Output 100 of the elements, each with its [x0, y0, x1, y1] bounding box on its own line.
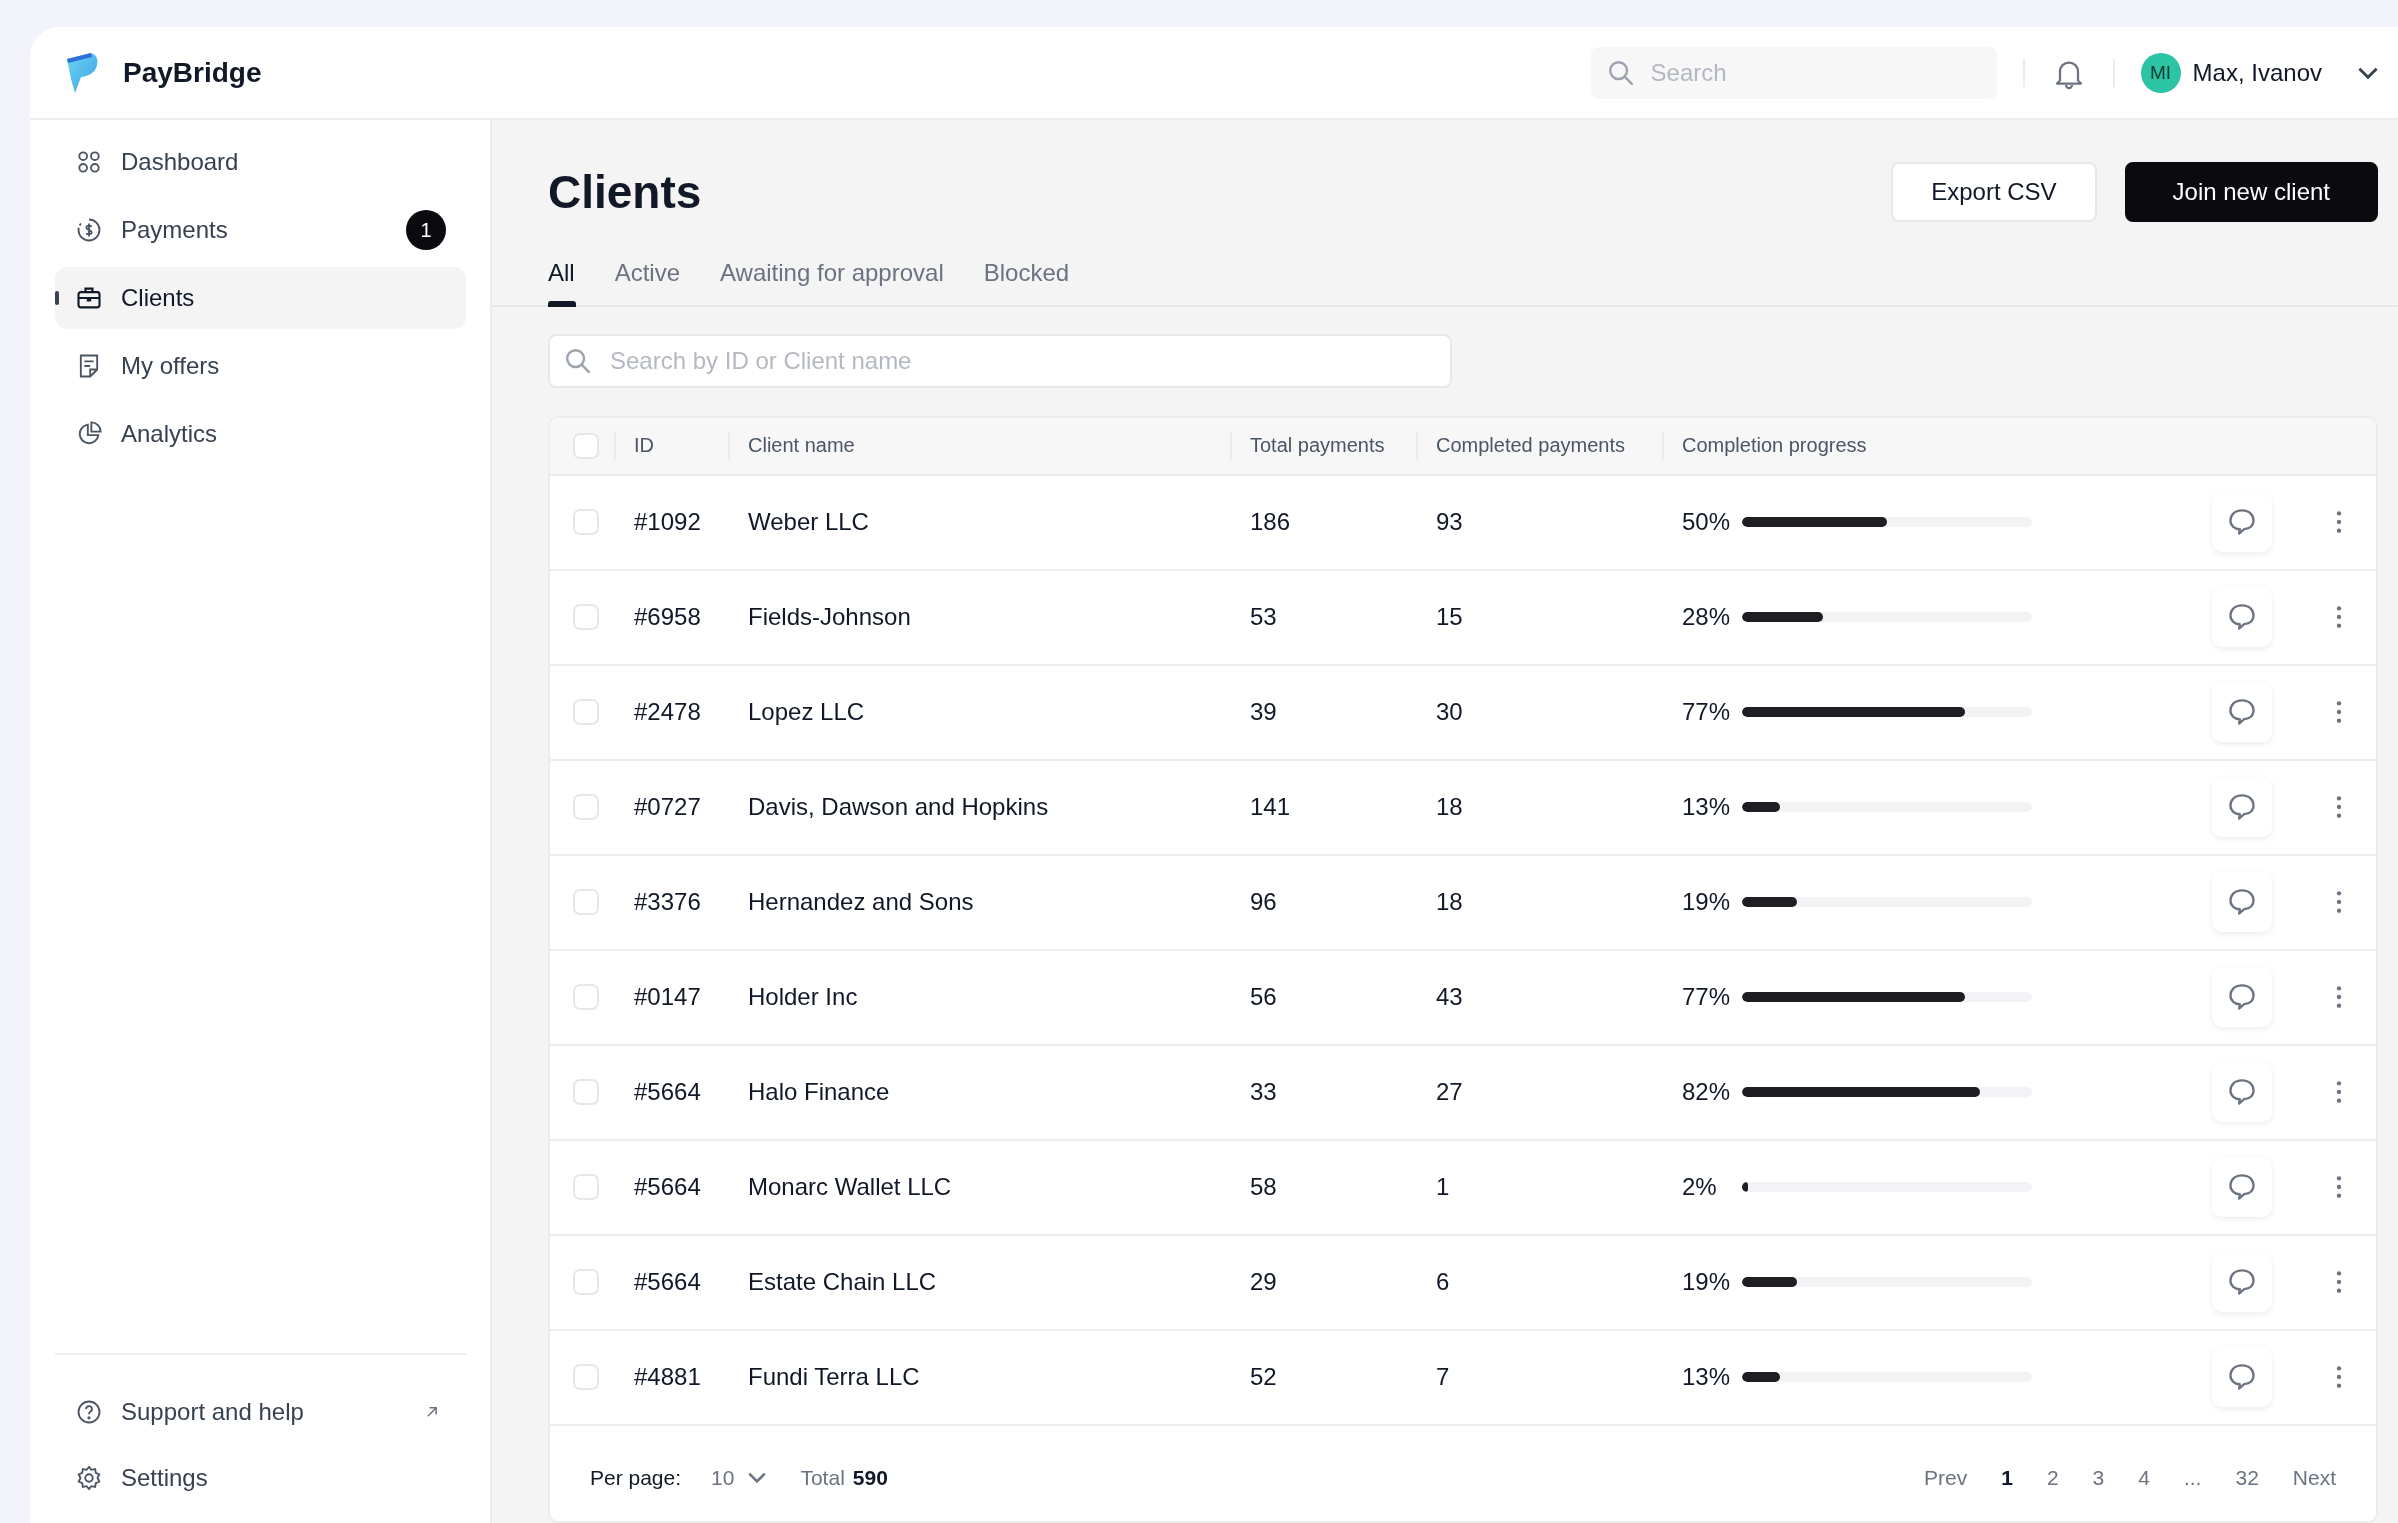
- more-vertical-icon[interactable]: [2335, 509, 2343, 536]
- sidebar-item[interactable]: Analytics: [55, 403, 466, 465]
- sidebar-item[interactable]: Dashboard: [55, 131, 466, 193]
- grid-icon: [75, 148, 103, 176]
- user-name: Max, Ivanov: [2192, 58, 2322, 87]
- export-button[interactable]: Export CSV: [1891, 161, 2097, 222]
- progress-percent: 19%: [1682, 1268, 1728, 1297]
- table-cell-text: 6: [1435, 1267, 1451, 1298]
- table-cell-text: #3376: [633, 887, 702, 918]
- more-vertical-icon[interactable]: [2335, 889, 2343, 916]
- select-all-checkbox[interactable]: [573, 432, 599, 459]
- table-cell-text: Estate Chain LLC: [747, 1267, 938, 1298]
- table-cell-text: 7: [1435, 1362, 1451, 1393]
- prev-page-link[interactable]: Prev: [1924, 1465, 1968, 1490]
- progress-percent: 50%: [1682, 508, 1728, 537]
- row-checkbox[interactable]: [573, 509, 599, 536]
- comment-button[interactable]: [2212, 967, 2272, 1028]
- row-checkbox[interactable]: [573, 1174, 599, 1201]
- more-vertical-icon[interactable]: [2335, 1364, 2343, 1391]
- table-cell-text: #6958: [633, 602, 702, 633]
- table-cell-text: 30: [1435, 697, 1464, 728]
- page-link[interactable]: 3: [2092, 1465, 2105, 1490]
- tab[interactable]: Blocked: [983, 258, 1070, 305]
- comment-button[interactable]: [2212, 1062, 2272, 1123]
- row-checkbox[interactable]: [573, 1079, 599, 1106]
- table-cell-text: Fundi Terra LLC: [747, 1362, 921, 1393]
- per-page-select[interactable]: 10: [711, 1465, 767, 1490]
- comment-button[interactable]: [2212, 682, 2272, 743]
- row-checkbox[interactable]: [573, 604, 599, 631]
- settings-icon: [75, 1464, 103, 1492]
- more-vertical-icon[interactable]: [2335, 794, 2343, 821]
- table-cell-text: 18: [1435, 792, 1464, 823]
- table-cell-text: 141: [1249, 792, 1292, 823]
- user-menu[interactable]: MI Max, Ivanov: [2140, 52, 2378, 93]
- page-link[interactable]: 2: [2046, 1465, 2059, 1490]
- comment-button[interactable]: [2212, 492, 2272, 553]
- table-cell-text: 18: [1435, 887, 1464, 918]
- tab[interactable]: Active: [614, 258, 681, 305]
- progress-percent: 28%: [1682, 603, 1728, 632]
- page-link[interactable]: ...: [2183, 1465, 2202, 1490]
- speech-bubble-icon: [2229, 604, 2255, 631]
- more-vertical-icon[interactable]: [2335, 604, 2343, 631]
- page-title: Clients: [548, 164, 702, 219]
- notification-badge: 1: [406, 210, 446, 250]
- speech-bubble-icon: [2229, 1174, 2255, 1201]
- row-checkbox[interactable]: [573, 699, 599, 726]
- next-page-link[interactable]: Next: [2292, 1465, 2336, 1490]
- comment-button[interactable]: [2212, 1252, 2272, 1313]
- table-cell-text: 93: [1435, 507, 1464, 538]
- chevron-down-icon: [2358, 66, 2378, 79]
- progress-percent: 13%: [1682, 1363, 1728, 1392]
- table-cell-text: 1: [1435, 1172, 1451, 1203]
- table-cell-text: #1092: [633, 507, 702, 538]
- comment-button[interactable]: [2212, 1347, 2272, 1408]
- table-cell-text: Hernandez and Sons: [747, 887, 975, 918]
- page-link[interactable]: 32: [2235, 1465, 2259, 1490]
- table-cell-text: 29: [1249, 1267, 1278, 1298]
- row-checkbox[interactable]: [573, 1269, 599, 1296]
- comment-button[interactable]: [2212, 587, 2272, 648]
- speech-bubble-icon: [2229, 1079, 2255, 1106]
- search-field[interactable]: Search: [1590, 46, 1997, 99]
- column-header: Client name: [728, 431, 1230, 460]
- comment-button[interactable]: [2212, 872, 2272, 933]
- speech-bubble-icon: [2229, 699, 2255, 726]
- comment-button[interactable]: [2212, 1157, 2272, 1218]
- search-field[interactable]: Search by ID or Client name: [548, 333, 1452, 388]
- more-vertical-icon[interactable]: [2335, 984, 2343, 1011]
- sidebar-item[interactable]: My offers: [55, 335, 466, 397]
- more-vertical-icon[interactable]: [2335, 1269, 2343, 1296]
- sidebar-item[interactable]: Payments 1: [55, 199, 466, 261]
- per-page-label: Per page:: [590, 1465, 682, 1490]
- sidebar-item[interactable]: Settings: [55, 1447, 466, 1509]
- table-cell-text: Fields-Johnson: [747, 602, 912, 633]
- table-cell-text: #5664: [633, 1172, 702, 1203]
- sidebar-item[interactable]: Clients: [55, 267, 466, 329]
- table-cell-text: #5664: [633, 1077, 702, 1108]
- more-vertical-icon[interactable]: [2335, 1079, 2343, 1106]
- tab[interactable]: Awaiting for approval: [720, 258, 944, 305]
- help-icon: [75, 1398, 103, 1426]
- row-checkbox[interactable]: [573, 889, 599, 916]
- add-client-button[interactable]: Join new client: [2124, 161, 2378, 222]
- row-checkbox[interactable]: [573, 794, 599, 821]
- row-checkbox[interactable]: [573, 1364, 599, 1391]
- tab[interactable]: All: [548, 258, 575, 305]
- row-checkbox[interactable]: [573, 984, 599, 1011]
- more-vertical-icon[interactable]: [2335, 1174, 2343, 1201]
- table-cell-text: 56: [1249, 982, 1278, 1013]
- table-cell-text: 27: [1435, 1077, 1464, 1108]
- table-cell-text: 15: [1435, 602, 1464, 633]
- page-link[interactable]: 1: [2001, 1465, 2013, 1490]
- table-cell-text: #2478: [633, 697, 702, 728]
- more-vertical-icon[interactable]: [2335, 699, 2343, 726]
- column-header: ID: [614, 431, 728, 460]
- speech-bubble-icon: [2229, 1269, 2255, 1296]
- sidebar-item[interactable]: Support and help: [55, 1381, 466, 1443]
- progress-percent: 19%: [1682, 888, 1728, 917]
- table-cell-text: #4881: [633, 1362, 702, 1393]
- speech-bubble-icon: [2229, 794, 2255, 821]
- comment-button[interactable]: [2212, 777, 2272, 838]
- page-link[interactable]: 4: [2138, 1465, 2150, 1490]
